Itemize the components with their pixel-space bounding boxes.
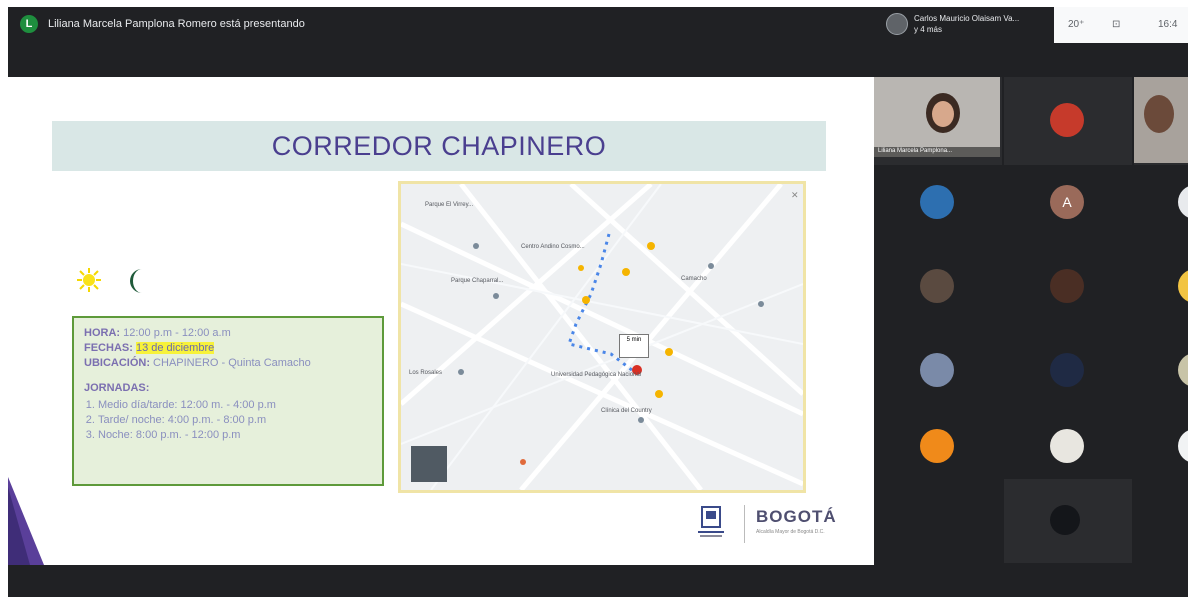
participants-count-button[interactable]: 20⁺ xyxy=(1068,19,1084,30)
jornada-item: Noche: 8:00 p.m. - 12:00 p.m xyxy=(98,428,372,443)
hora-label: HORA: xyxy=(84,327,121,339)
bottom-bar xyxy=(8,565,1188,597)
avatar xyxy=(1178,353,1188,387)
avatar xyxy=(920,429,954,463)
hora-line: HORA: 12:00 p.m - 12:00 a.m xyxy=(84,326,372,341)
sun-icon xyxy=(77,268,101,292)
participant-tile[interactable] xyxy=(1134,421,1188,509)
map-label: Clínica del Country xyxy=(601,408,652,414)
participant-tile[interactable] xyxy=(874,421,1002,509)
participant-video xyxy=(1134,77,1188,163)
avatar xyxy=(1178,429,1188,463)
map-layer-thumbnail xyxy=(411,446,447,482)
presenter-status-text: Liliana Marcela Pamplona Romero está pre… xyxy=(48,18,305,30)
avatar xyxy=(1050,353,1084,387)
participant-tile[interactable] xyxy=(1134,341,1188,429)
participant-tile[interactable] xyxy=(1004,341,1132,429)
participant-tile[interactable] xyxy=(1004,253,1132,341)
participant-tile[interactable] xyxy=(874,165,1002,253)
moon-icon xyxy=(130,269,142,293)
fechas-line: FECHAS: 13 de diciembre xyxy=(84,341,372,356)
alcaldia-shield-icon xyxy=(698,506,724,537)
jornada-item: Tarde/ noche: 4:00 p.m. - 8:00 p.m xyxy=(98,413,372,428)
participant-tile-self[interactable]: Liliana Marcela Pamplona... xyxy=(874,77,1002,165)
participant-name: Liliana Marcela Pamplona... xyxy=(878,148,953,154)
presenter-avatar[interactable]: L xyxy=(20,15,38,33)
map-close-icon: ✕ xyxy=(791,190,799,200)
ubicacion-value: CHAPINERO - Quinta Camacho xyxy=(150,357,311,369)
participants-summary-more: y 4 más xyxy=(914,25,943,34)
ubicacion-line: UBICACIÓN: CHAPINERO - Quinta Camacho xyxy=(84,356,372,371)
avatar xyxy=(920,269,954,303)
map-label: Camacho xyxy=(681,276,707,282)
participant-tile[interactable] xyxy=(874,341,1002,429)
top-bar: L Liliana Marcela Pamplona Romero está p… xyxy=(8,7,1188,43)
map-streets xyxy=(401,184,803,490)
map-label: Universidad Pedagógica Nacional xyxy=(551,372,642,378)
avatar xyxy=(920,185,954,219)
clock-time: 16:4 xyxy=(1158,19,1178,30)
fechas-label: FECHAS: xyxy=(84,342,133,354)
participants-summary-name: Carlos Mauricio Olaisam Va... xyxy=(914,14,1020,23)
ubicacion-label: UBICACIÓN: xyxy=(84,357,150,369)
participant-avatar[interactable] xyxy=(886,13,908,35)
avatar xyxy=(1178,269,1188,303)
map-label: Parque El Virrey... xyxy=(425,202,474,208)
avatar xyxy=(1050,505,1080,535)
bogota-logo-text: BOGOTÁ xyxy=(756,507,837,526)
participant-tile[interactable] xyxy=(1004,479,1132,563)
avatar xyxy=(1050,269,1084,303)
chat-icon[interactable]: ⊡ xyxy=(1112,19,1120,30)
jornada-item: Medio día/tarde: 12:00 m. - 4:00 p.m xyxy=(98,398,372,413)
avatar xyxy=(920,353,954,387)
top-right-controls: 20⁺ ⊡ 16:4 xyxy=(1054,7,1188,43)
avatar xyxy=(1178,185,1188,219)
avatar xyxy=(1050,429,1084,463)
slide-corner-decoration xyxy=(8,477,44,565)
participant-tile[interactable] xyxy=(1004,77,1132,165)
avatar-letter: A xyxy=(1050,185,1084,219)
event-info-box: HORA: 12:00 p.m - 12:00 a.m FECHAS: 13 d… xyxy=(72,316,384,486)
jornadas-label: JORNADAS: xyxy=(84,382,150,394)
logo-divider xyxy=(744,505,745,543)
map-label: Los Rosales xyxy=(409,370,443,376)
bogota-logo-subtext: Alcaldía Mayor de Bogotá D.C. xyxy=(756,529,825,535)
slide-title: CORREDOR CHAPINERO xyxy=(271,130,607,161)
participant-tile[interactable] xyxy=(874,253,1002,341)
fechas-value: 13 de diciembre xyxy=(135,342,215,354)
slide-title-band: CORREDOR CHAPINERO xyxy=(52,121,826,171)
route-map: Centro Andino Cosmo... Parque El Virrey.… xyxy=(398,181,806,493)
map-label: Parque Chaparral... xyxy=(451,278,504,284)
avatar xyxy=(1050,103,1084,137)
participant-video: Liliana Marcela Pamplona... xyxy=(874,77,1000,157)
participant-tile[interactable] xyxy=(1134,165,1188,253)
participant-tile[interactable]: A xyxy=(1004,165,1132,253)
presentation-slide: CORREDOR CHAPINERO HORA: 12:00 p.m - 12:… xyxy=(8,77,874,565)
meet-window: L Liliana Marcela Pamplona Romero está p… xyxy=(8,7,1188,597)
jornadas-list: Medio día/tarde: 12:00 m. - 4:00 p.m Tar… xyxy=(84,398,372,443)
participant-tile[interactable] xyxy=(1134,253,1188,341)
hora-value: 12:00 p.m - 12:00 a.m xyxy=(120,327,231,339)
map-route-popup: 5 min xyxy=(619,334,649,358)
map-label: Centro Andino Cosmo... xyxy=(521,244,585,250)
participants-summary[interactable]: Carlos Mauricio Olaisam Va... y 4 más xyxy=(914,13,1019,35)
participant-tile[interactable] xyxy=(1134,77,1188,165)
